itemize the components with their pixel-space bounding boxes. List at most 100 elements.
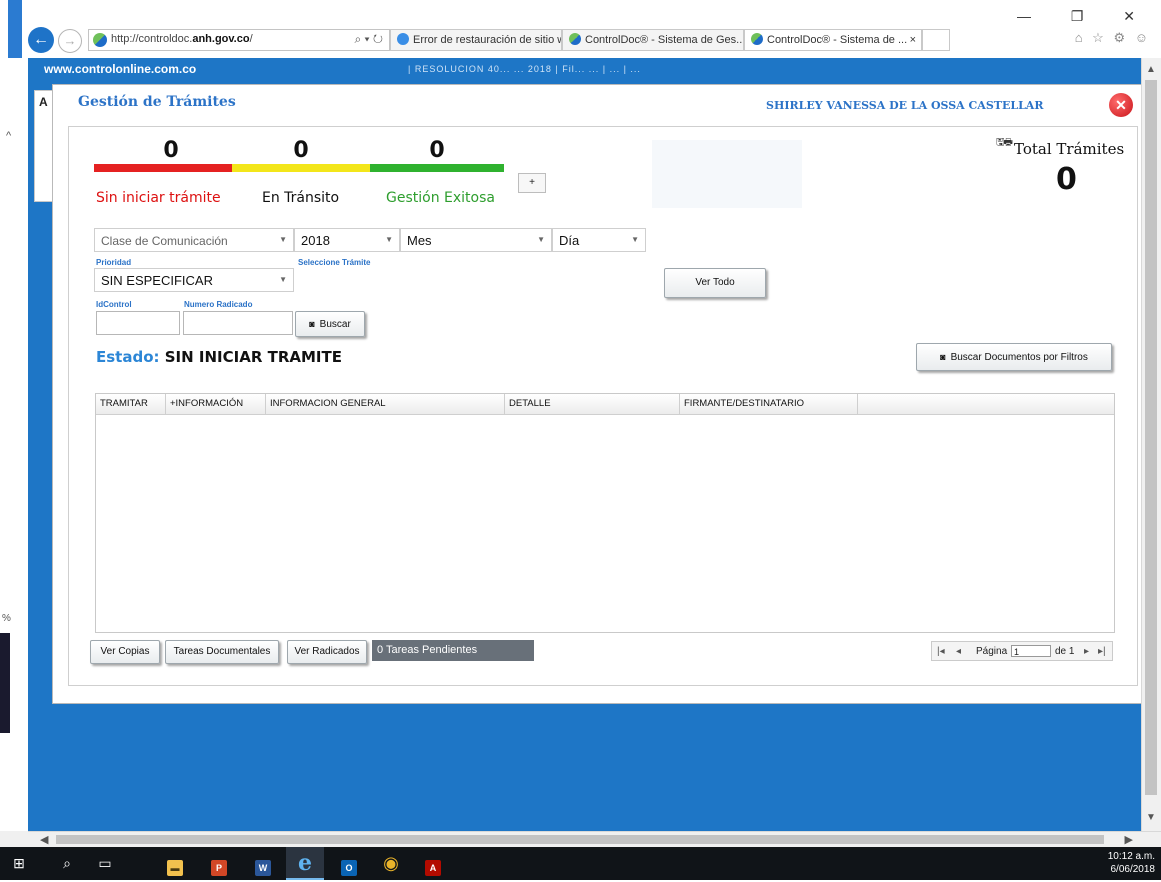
chart-placeholder — [652, 140, 802, 208]
pager: |◂ ◂ Página 1 de 1 ▸ ▸| — [931, 641, 1113, 661]
windows-icon: ⊞ — [13, 855, 25, 871]
chrome-icon: ◉ — [383, 853, 399, 873]
chevron-down-icon: ▼ — [385, 235, 393, 244]
chrome-button[interactable]: ◉ — [372, 847, 410, 880]
vertical-scrollbar[interactable]: ▲ ▼ — [1141, 58, 1161, 831]
col-informacion-general[interactable]: INFORMACION GENERAL — [266, 394, 505, 414]
estado-heading: Estado: SIN INICIAR TRAMITE — [96, 348, 342, 366]
horizontal-scroll-thumb[interactable] — [56, 835, 1104, 844]
scroll-up-icon[interactable]: ▲ — [1146, 64, 1156, 75]
last-page-icon[interactable]: ▸| — [1098, 642, 1106, 662]
system-clock[interactable]: 10:12 a.m. 6/06/2018 — [1108, 850, 1155, 876]
address-bar[interactable]: http://controldoc.anh.gov.co/ ⌕ ▾ ↻ — [88, 29, 390, 51]
col-tramitar[interactable]: TRAMITAR — [96, 394, 166, 414]
site-ticker: | RESOLUCION 40... ... 2018 | Fil... ...… — [408, 64, 641, 74]
chevron-down-icon: ▼ — [279, 235, 287, 244]
site-name: www.controlonline.com.co — [44, 62, 197, 76]
acrobat-button[interactable]: A — [414, 847, 452, 880]
vertical-scroll-thumb[interactable] — [1145, 80, 1157, 795]
scroll-right-icon[interactable]: ▶ — [1125, 833, 1133, 846]
numero-radicado-label: Numero Radicado — [184, 300, 253, 309]
col-mas-informacion[interactable]: +INFORMACIÓN — [166, 394, 266, 414]
page-label: Página — [976, 646, 1008, 657]
scroll-left-icon[interactable]: ◀ — [40, 833, 48, 846]
col-firmante-destinatario[interactable]: FIRMANTE/DESTINATARIO — [680, 394, 858, 414]
label-gestion-exitosa[interactable]: Gestión Exitosa — [386, 190, 495, 206]
powerpoint-button[interactable]: P — [200, 847, 238, 880]
count-exitosa: 0 — [429, 138, 445, 163]
site-favicon-icon — [93, 33, 107, 47]
scroll-down-icon[interactable]: ▼ — [1146, 812, 1156, 823]
left-window-strip — [0, 0, 22, 58]
save-print-icon[interactable]: 🖫🖶 — [996, 135, 1013, 152]
prev-page-icon[interactable]: ◂ — [956, 642, 961, 662]
label-en-transito[interactable]: En Tránsito — [262, 190, 339, 206]
task-view-button[interactable]: ▭ — [86, 847, 124, 880]
modal-close-button[interactable]: ✕ — [1109, 93, 1133, 117]
prioridad-select[interactable]: SIN ESPECIFICAR ▼ — [94, 268, 294, 292]
tab-close-icon[interactable]: × — [910, 30, 916, 50]
site-footer-band — [28, 713, 1141, 831]
ver-todo-button[interactable]: Ver Todo — [664, 268, 766, 298]
left-gutter: ^ % — [0, 58, 28, 831]
total-tramites-title: Total Trámites — [1014, 140, 1125, 158]
tab-controldoc-1[interactable]: ControlDoc® - Sistema de Ges... — [562, 29, 744, 51]
next-page-icon[interactable]: ▸ — [1084, 642, 1089, 662]
search-icon: ⌕ — [63, 855, 71, 871]
buscar-button[interactable]: ◙ Buscar — [295, 311, 365, 337]
horizontal-scrollbar[interactable]: ◀ ▶ — [28, 831, 1161, 847]
hscroll-corner — [0, 831, 28, 847]
back-button[interactable]: ← — [28, 27, 54, 53]
forward-button[interactable]: → — [58, 29, 82, 53]
windows-taskbar: ⊞ ⌕ ▭ ▬ P W e O ◉ A 10:12 a.m. 6/06/2018 — [0, 847, 1161, 880]
start-button[interactable]: ⊞ — [0, 847, 38, 880]
new-tab-button[interactable] — [922, 29, 950, 51]
search-button[interactable]: ⌕ — [48, 847, 86, 880]
page-count: de 1 — [1055, 646, 1075, 657]
internet-explorer-button[interactable]: e — [286, 847, 324, 880]
acrobat-icon: A — [425, 860, 441, 876]
file-explorer-button[interactable]: ▬ — [156, 847, 194, 880]
ver-radicados-button[interactable]: Ver Radicados — [287, 640, 367, 664]
year-select[interactable]: 2018 ▼ — [294, 228, 400, 252]
expand-plus-button[interactable]: + — [518, 173, 546, 193]
ver-copias-button[interactable]: Ver Copias — [90, 640, 160, 664]
home-favorites-settings-icons[interactable]: ⌂ ☆ ⚙ ☺ — [1075, 30, 1151, 46]
chevron-down-icon: ▼ — [631, 235, 639, 244]
month-select[interactable]: Mes ▼ — [400, 228, 552, 252]
word-button[interactable]: W — [244, 847, 282, 880]
internet-explorer-icon: e — [298, 850, 312, 876]
address-search-refresh-icons[interactable]: ⌕ ▾ ↻ — [354, 32, 383, 47]
folder-icon: ▬ — [167, 860, 183, 876]
word-icon: W — [255, 860, 271, 876]
tab-controldoc-active[interactable]: ControlDoc® - Sistema de ... × — [744, 29, 922, 51]
buscar-documentos-filtros-button[interactable]: ◙ Buscar Documentos por Filtros — [916, 343, 1112, 371]
binoculars-icon: ◙ — [309, 319, 315, 329]
first-page-icon[interactable]: |◂ — [937, 642, 945, 662]
col-detalle[interactable]: DETALLE — [505, 394, 680, 414]
clase-comunicacion-select[interactable]: Clase de Comunicación ▼ — [94, 228, 294, 252]
tareas-pendientes-badge: 0 Tareas Pendientes — [372, 640, 534, 661]
tareas-documentales-button[interactable]: Tareas Documentales — [165, 640, 279, 664]
outlook-button[interactable]: O — [330, 847, 368, 880]
col-empty — [858, 394, 1114, 414]
gutter-caret: ^ — [6, 130, 12, 142]
status-bar-green — [370, 164, 504, 172]
tramites-grid: TRAMITAR +INFORMACIÓN INFORMACION GENERA… — [95, 393, 1115, 633]
idcontrol-input[interactable] — [96, 311, 180, 335]
idcontrol-label: IdControl — [96, 300, 132, 309]
page-input[interactable]: 1 — [1011, 645, 1051, 657]
count-sin-iniciar: 0 — [163, 138, 179, 163]
label-sin-iniciar[interactable]: Sin iniciar trámite — [96, 190, 221, 206]
ie-tab-icon — [397, 33, 409, 45]
task-view-icon: ▭ — [98, 855, 112, 871]
tab-error-restauracion[interactable]: Error de restauración de sitio w... — [390, 29, 562, 51]
gutter-dark-bar — [0, 633, 10, 733]
day-select[interactable]: Día ▼ — [552, 228, 646, 252]
binoculars-icon: ◙ — [940, 352, 946, 362]
gutter-percent: % — [2, 613, 11, 624]
numero-radicado-input[interactable] — [183, 311, 293, 335]
window-controls[interactable]: — ❐ ✕ — [1017, 8, 1153, 25]
chevron-down-icon: ▼ — [537, 235, 545, 244]
background-window-edge — [8, 0, 22, 58]
